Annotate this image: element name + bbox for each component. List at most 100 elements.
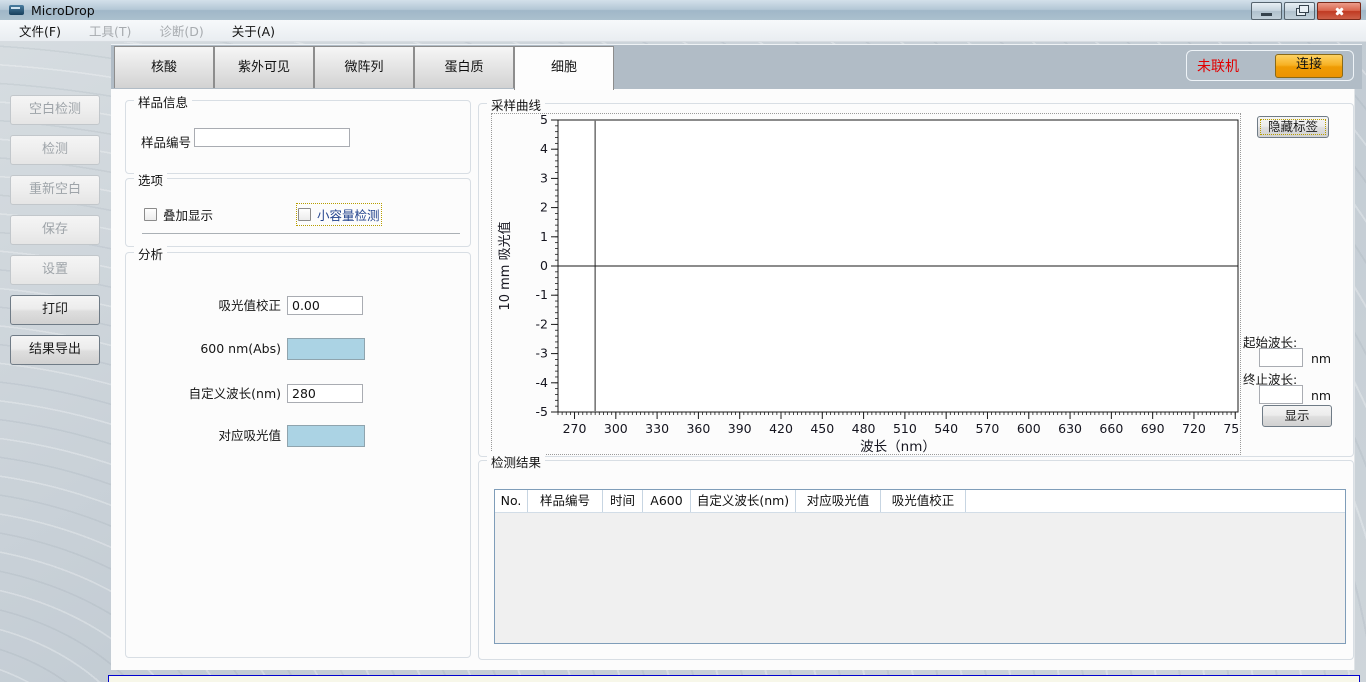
start-wavelength-input[interactable] bbox=[1259, 348, 1303, 367]
svg-text:-3: -3 bbox=[536, 346, 548, 361]
minimize-icon bbox=[1261, 13, 1272, 16]
results-group: 检测结果 No. 样品编号 时间 A600 自定义波长(nm) 对应吸光值 吸光… bbox=[478, 460, 1354, 660]
mode-tab-strip: 核酸 紫外可见 微阵列 蛋白质 细胞 未联机 连接 bbox=[111, 44, 1362, 89]
sample-id-input[interactable] bbox=[194, 128, 350, 147]
sidebar-button-reblank: 重新空白 bbox=[10, 175, 100, 205]
status-bar bbox=[108, 675, 1360, 682]
results-group-title: 检测结果 bbox=[487, 452, 545, 471]
column-header-abs-correction[interactable]: 吸光值校正 bbox=[881, 490, 966, 512]
small-volume-label: 小容量检测 bbox=[317, 205, 380, 224]
hide-labels-button[interactable]: 隐藏标签 bbox=[1257, 116, 1329, 138]
svg-text:420: 420 bbox=[769, 421, 793, 436]
overlay-display-label: 叠加显示 bbox=[163, 205, 213, 224]
svg-text:-1: -1 bbox=[536, 287, 548, 302]
sidebar-button-blank-measure: 空白检测 bbox=[10, 95, 100, 125]
spectrum-chart-svg: 2703003303603904204504805105405706006306… bbox=[492, 114, 1240, 454]
restore-icon bbox=[1296, 8, 1306, 16]
custom-abs-value-field bbox=[287, 425, 365, 447]
spectrum-chart[interactable]: 2703003303603904204504805105405706006306… bbox=[491, 113, 1241, 455]
custom-abs-label: 对应吸光值 bbox=[126, 425, 281, 447]
tab-cell[interactable]: 细胞 bbox=[514, 46, 614, 90]
menu-item-file[interactable]: 文件(F) bbox=[12, 19, 68, 42]
options-group: 选项 叠加显示 小容量检测 bbox=[125, 178, 471, 247]
end-wavelength-unit: nm bbox=[1311, 388, 1331, 403]
svg-text:300: 300 bbox=[604, 421, 628, 436]
tab-microarray[interactable]: 微阵列 bbox=[314, 46, 414, 88]
column-header-no[interactable]: No. bbox=[495, 490, 528, 512]
svg-text:450: 450 bbox=[810, 421, 834, 436]
svg-text:1: 1 bbox=[540, 229, 548, 244]
abs-correction-label: 吸光值校正 bbox=[126, 295, 281, 317]
svg-text:2: 2 bbox=[540, 200, 548, 215]
connect-button[interactable]: 连接 bbox=[1275, 54, 1343, 78]
custom-abs-row: 对应吸光值 bbox=[126, 425, 470, 447]
sidebar-button-save: 保存 bbox=[10, 215, 100, 245]
svg-text:630: 630 bbox=[1058, 421, 1082, 436]
options-separator bbox=[142, 233, 460, 234]
close-icon bbox=[1334, 6, 1345, 17]
custom-wavelength-row: 自定义波长(nm) bbox=[126, 383, 470, 405]
svg-text:10 mm 吸光值: 10 mm 吸光值 bbox=[497, 221, 513, 310]
options-group-title: 选项 bbox=[134, 170, 167, 189]
sampling-curve-group: 采样曲线 27030033036039042045048051054057060… bbox=[478, 103, 1354, 457]
sidebar: 空白检测 检测 重新空白 保存 设置 打印 结果导出 bbox=[10, 95, 100, 375]
sample-info-group: 样品信息 样品编号 bbox=[125, 100, 471, 174]
connection-status: 未联机 bbox=[1197, 56, 1239, 76]
window-controls bbox=[1251, 2, 1361, 20]
svg-text:360: 360 bbox=[686, 421, 710, 436]
tab-protein[interactable]: 蛋白质 bbox=[414, 46, 514, 88]
menu-item-about[interactable]: 关于(A) bbox=[225, 19, 282, 42]
checkbox-box-icon[interactable] bbox=[298, 208, 311, 221]
column-header-custom-wavelength[interactable]: 自定义波长(nm) bbox=[691, 490, 796, 512]
svg-text:720: 720 bbox=[1182, 421, 1206, 436]
sampling-curve-group-title: 采样曲线 bbox=[487, 95, 545, 114]
svg-text:390: 390 bbox=[728, 421, 752, 436]
sample-info-group-title: 样品信息 bbox=[134, 92, 192, 111]
svg-text:690: 690 bbox=[1141, 421, 1165, 436]
sample-id-label: 样品编号 bbox=[141, 132, 191, 151]
svg-text:600: 600 bbox=[1017, 421, 1041, 436]
connection-group: 未联机 连接 bbox=[1186, 50, 1354, 81]
app-icon bbox=[9, 5, 24, 15]
custom-wavelength-label: 自定义波长(nm) bbox=[126, 383, 281, 405]
checkbox-box-icon[interactable] bbox=[144, 208, 157, 221]
analysis-group-title: 分析 bbox=[134, 244, 167, 263]
end-wavelength-input[interactable] bbox=[1259, 385, 1303, 404]
custom-wavelength-input[interactable] bbox=[287, 384, 363, 403]
svg-text:570: 570 bbox=[976, 421, 1000, 436]
results-table[interactable]: No. 样品编号 时间 A600 自定义波长(nm) 对应吸光值 吸光值校正 bbox=[494, 489, 1346, 644]
tab-nucleic-acid[interactable]: 核酸 bbox=[114, 46, 214, 88]
results-table-header: No. 样品编号 时间 A600 自定义波长(nm) 对应吸光值 吸光值校正 bbox=[495, 490, 1345, 513]
restore-button[interactable] bbox=[1284, 2, 1315, 20]
svg-text:3: 3 bbox=[540, 170, 548, 185]
svg-text:-2: -2 bbox=[536, 316, 548, 331]
minimize-button[interactable] bbox=[1251, 2, 1282, 20]
title-bar: MicroDrop bbox=[0, 0, 1366, 21]
overlay-display-checkbox[interactable]: 叠加显示 bbox=[144, 205, 213, 224]
svg-text:-5: -5 bbox=[536, 404, 548, 419]
menu-item-tools: 工具(T) bbox=[82, 19, 138, 42]
column-header-sample-id[interactable]: 样品编号 bbox=[528, 490, 603, 512]
svg-text:4: 4 bbox=[540, 141, 548, 156]
svg-text:270: 270 bbox=[563, 421, 587, 436]
close-button[interactable] bbox=[1317, 2, 1361, 20]
column-header-custom-abs[interactable]: 对应吸光值 bbox=[796, 490, 881, 512]
column-header-a600[interactable]: A600 bbox=[643, 490, 691, 512]
small-volume-checkbox[interactable]: 小容量检测 bbox=[298, 205, 380, 224]
a600-label: 600 nm(Abs) bbox=[126, 338, 281, 360]
sidebar-button-export-results[interactable]: 结果导出 bbox=[10, 335, 100, 365]
abs-correction-input[interactable] bbox=[287, 296, 363, 315]
svg-text:750: 750 bbox=[1223, 421, 1240, 436]
svg-text:330: 330 bbox=[645, 421, 669, 436]
tab-uv-vis[interactable]: 紫外可见 bbox=[214, 46, 314, 88]
svg-text:510: 510 bbox=[893, 421, 917, 436]
start-wavelength-unit: nm bbox=[1311, 351, 1331, 366]
svg-text:0: 0 bbox=[540, 258, 548, 273]
main-panel: 样品信息 样品编号 选项 叠加显示 小容量检测 分析 吸光值校正 600 nm(… bbox=[111, 88, 1355, 670]
sidebar-button-print[interactable]: 打印 bbox=[10, 295, 100, 325]
show-range-button[interactable]: 显示 bbox=[1262, 405, 1332, 427]
column-header-time[interactable]: 时间 bbox=[603, 490, 643, 512]
sidebar-button-settings: 设置 bbox=[10, 255, 100, 285]
a600-row: 600 nm(Abs) bbox=[126, 338, 470, 360]
analysis-group: 分析 吸光值校正 600 nm(Abs) 自定义波长(nm) 对应吸光值 bbox=[125, 252, 471, 658]
